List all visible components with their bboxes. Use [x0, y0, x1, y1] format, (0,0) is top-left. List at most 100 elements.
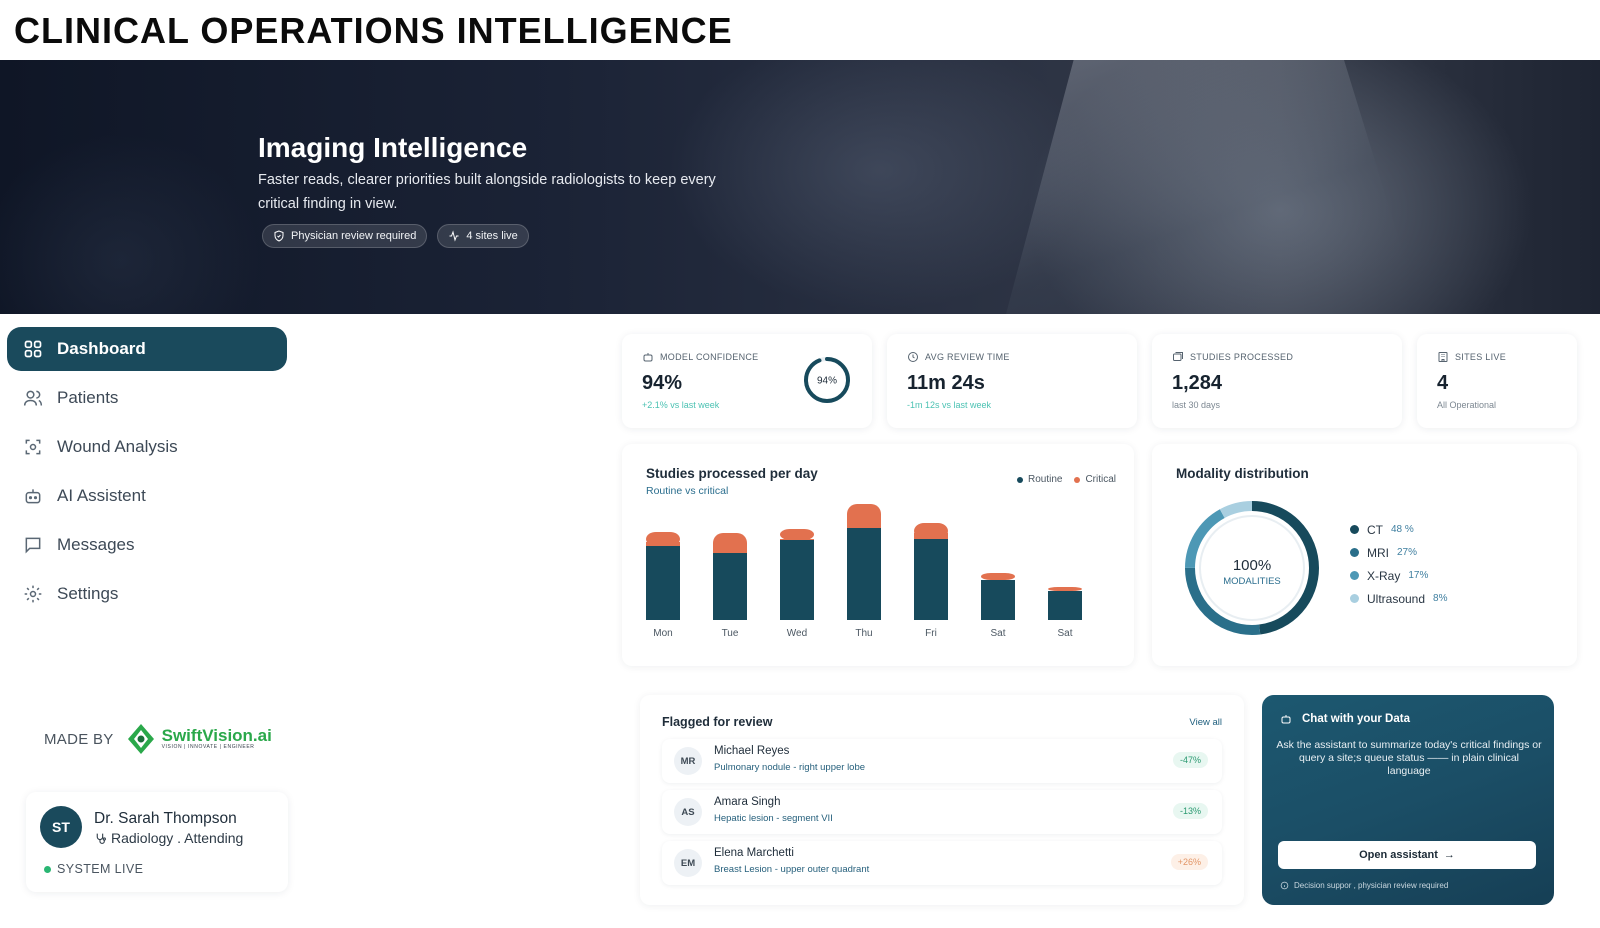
legend-dot [1350, 571, 1359, 580]
avatar: ST [40, 806, 82, 848]
modality-donut: 100% MODALITIES [1185, 501, 1319, 635]
stat-value: 11m 24s [907, 372, 985, 394]
flagged-review-card: Flagged for review View all MR Michael R… [640, 695, 1244, 905]
image-stack-icon [1173, 352, 1183, 361]
hero-title: Imaging Intelligence [258, 132, 528, 163]
sidebar-item-patients[interactable]: Patients [7, 376, 287, 420]
avatar: MR [674, 747, 702, 775]
x-tick-label: Mon [653, 628, 672, 639]
system-status-text: SYSTEM LIVE [57, 862, 144, 876]
user-name: Dr. Sarah Thompson [94, 810, 237, 827]
user-card[interactable]: ST Dr. Sarah Thompson Radiology . Attend… [26, 792, 288, 892]
sidebar-item-dashboard[interactable]: Dashboard [7, 327, 287, 371]
donut-center-label: MODALITIES [1223, 576, 1281, 587]
stat-value: 1,284 [1172, 372, 1223, 394]
stat-avg-review-time: AVG REVIEW TIME 11m 24s -1m 12s vs last … [887, 334, 1137, 428]
legend-dot [1350, 594, 1359, 603]
x-tick-label: Sat [1057, 628, 1072, 639]
shield-check-icon [274, 230, 284, 242]
stat-note: last 30 days [1172, 400, 1221, 410]
stat-label-text: MODEL CONFIDENCE [660, 352, 759, 362]
bar-segment-fill [914, 533, 948, 539]
bar-routine-thu [847, 528, 881, 620]
avatar: AS [674, 798, 702, 826]
modality-name: Ultrasound [1367, 591, 1426, 606]
modality-legend: CT 48 % MRI 27% X-Ray 17% Ultrasound 8% [1350, 518, 1447, 610]
sidebar-item-settings[interactable]: Settings [7, 572, 287, 616]
modality-pct: 8% [1433, 593, 1448, 604]
change-badge: +26% [1170, 854, 1208, 870]
bar-routine-fri [914, 539, 948, 620]
button-label: Open assistant [1359, 849, 1438, 861]
arrow-right-icon: → [1443, 849, 1455, 861]
avatar: EM [674, 849, 702, 877]
stat-note: -1m 12s vs last week [907, 400, 992, 410]
modality-name: MRI [1367, 545, 1389, 560]
chip-physician-review: Physician review required [262, 224, 428, 248]
stat-label-text: STUDIES PROCESSED [1190, 352, 1294, 362]
chat-title: Chat with your Data [1280, 713, 1410, 725]
flagged-row[interactable]: AS Amara Singh Hepatic lesion - segment … [662, 790, 1222, 834]
chat-with-data-card: Chat with your Data Ask the assistant to… [1262, 695, 1554, 905]
stat-label-text: AVG REVIEW TIME [925, 352, 1010, 362]
finding-description: Breast Lesion - upper outer quadrant [714, 864, 870, 875]
flagged-row[interactable]: MR Michael Reyes Pulmonary nodule - righ… [662, 739, 1222, 783]
x-tick-label: Wed [787, 628, 807, 639]
bar-segment-fill [780, 539, 814, 540]
chip-sites-live: 4 sites live [437, 224, 529, 248]
sidebar-item-label: Patients [57, 388, 119, 407]
modality-item-ultrasound: Ultrasound 8% [1350, 587, 1447, 610]
bar-routine-sat [981, 580, 1015, 620]
patient-name: Elena Marchetti [714, 847, 794, 859]
stat-value: 94% [642, 372, 683, 394]
chat-title-text: Chat with your Data [1302, 713, 1410, 725]
stat-note: +2.1% vs last week [642, 400, 720, 410]
modality-name: X-Ray [1367, 568, 1401, 583]
system-status: SYSTEM LIVE [44, 862, 143, 876]
bar-critical-wed [780, 529, 814, 540]
users-icon [23, 390, 43, 406]
modality-item-ct: CT 48 % [1350, 518, 1447, 541]
bar-segment-fill [713, 543, 747, 553]
open-assistant-button[interactable]: Open assistant → [1278, 841, 1536, 869]
status-dot [44, 865, 51, 873]
view-all-link[interactable]: View all [1189, 717, 1222, 728]
message-icon [25, 537, 41, 554]
clock-icon [908, 352, 918, 362]
user-role: Radiology . Attending [94, 830, 243, 846]
stat-label: STUDIES PROCESSED [1172, 351, 1293, 363]
sidebar-item-label: Wound Analysis [57, 437, 178, 456]
user-role-text: Radiology . Attending [111, 830, 244, 846]
bar-critical-sat [1048, 587, 1082, 591]
modality-item-xray: X-Ray 17% [1350, 564, 1447, 587]
brand-name: SwiftVision.ai [161, 726, 272, 745]
info-icon [1280, 881, 1289, 890]
modality-item-mri: MRI 27% [1350, 541, 1447, 564]
change-badge: -13% [1172, 803, 1208, 819]
sidebar-item-ai-assistent[interactable]: AI Assistent [7, 474, 287, 518]
bot-icon [1281, 715, 1291, 724]
bar-routine-wed [780, 540, 814, 620]
card-title: Flagged for review [662, 715, 773, 729]
bot-icon [25, 489, 41, 504]
sidebar-item-messages[interactable]: Messages [7, 523, 287, 567]
modality-pct: 27% [1397, 547, 1418, 558]
stethoscope-icon [96, 833, 106, 844]
swiftvision-logo-icon [127, 724, 154, 754]
patient-name: Michael Reyes [714, 745, 790, 757]
page-title: CLINICAL OPERATIONS INTELLIGENCE [14, 10, 733, 51]
sidebar-item-wound-analysis[interactable]: Wound Analysis [7, 425, 287, 469]
chip-label: 4 sites live [466, 230, 518, 242]
stat-sites-live: SITES LIVE 4 All Operational [1417, 334, 1577, 428]
studies-per-day-card: Studies processed per day Routine vs cri… [622, 444, 1134, 666]
bot-icon [643, 353, 653, 362]
stat-label: SITES LIVE [1437, 351, 1506, 363]
modality-pct: 17% [1408, 570, 1429, 581]
card-title: Modality distribution [1176, 466, 1309, 481]
confidence-ring: 94% [804, 357, 850, 403]
legend-dot [1350, 548, 1359, 557]
flagged-row[interactable]: EM Elena Marchetti Breast Lesion - upper… [662, 841, 1222, 885]
bar-segment-fill [646, 542, 680, 546]
stat-label: AVG REVIEW TIME [907, 351, 1010, 363]
grid-icon [24, 340, 42, 358]
